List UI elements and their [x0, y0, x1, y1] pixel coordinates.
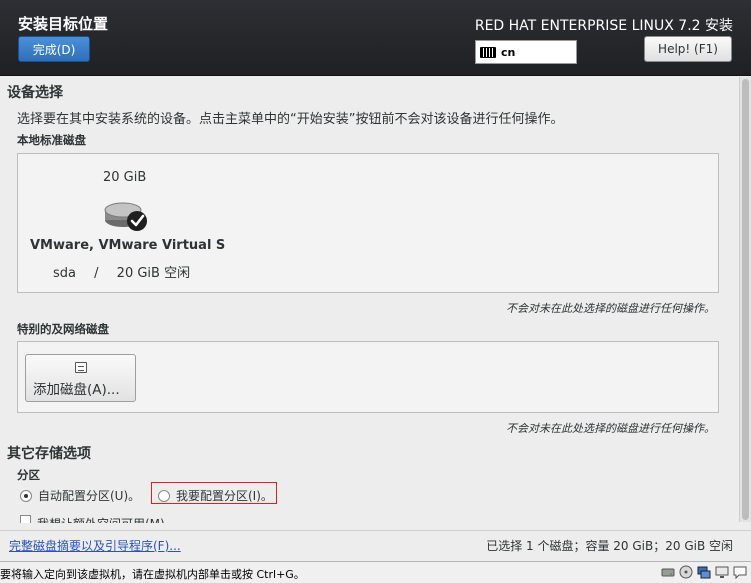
device-selection-heading: 设备选择	[7, 85, 63, 101]
partition-heading: 分区	[17, 468, 40, 482]
vm-device-icons	[661, 565, 747, 579]
network-adapter-icon[interactable]	[697, 565, 711, 579]
keyboard-layout-indicator[interactable]: cn	[475, 40, 577, 64]
special-disks-heading: 特别的及网络磁盘	[17, 322, 109, 336]
auto-partition-radio[interactable]	[20, 489, 32, 502]
add-disk-label: 添加磁盘(A)...	[33, 382, 120, 398]
auto-partition-option[interactable]: 自动配置分区(U)。	[20, 487, 140, 504]
manual-partition-label: 我要配置分区(I)。	[176, 489, 273, 503]
installer-window: 安装目标位置 完成(D) RED HAT ENTERPRISE LINUX 7.…	[0, 0, 751, 583]
help-button[interactable]: Help! (F1)	[644, 36, 732, 62]
scrollbar[interactable]	[739, 77, 751, 522]
auto-partition-label: 自动配置分区(U)。	[38, 489, 141, 503]
extra-space-checkbox[interactable]	[20, 515, 31, 523]
vm-status-message: 要将输入定向到该虚拟机，请在虚拟机内部单击或按 Ctrl+G。	[0, 568, 305, 581]
page-title: 安装目标位置	[18, 15, 109, 33]
special-disks-note: 不会对未在此处选择的磁盘进行任何操作。	[506, 422, 715, 435]
disk-summary-link[interactable]: 完整磁盘摘要以及引导程序(F)...	[9, 537, 181, 554]
vm-status-bar: 要将输入定向到该虚拟机，请在虚拟机内部单击或按 Ctrl+G。	[0, 561, 751, 583]
disk-separator: /	[94, 266, 99, 281]
keyboard-layout-value: cn	[501, 45, 516, 59]
disk-add-icon	[75, 362, 87, 373]
disk-device: sda	[53, 266, 76, 281]
add-disk-button[interactable]: 添加磁盘(A)...	[25, 354, 136, 402]
extra-space-option[interactable]: 我想让额外空间可用(M)。	[20, 515, 177, 523]
manual-partition-option[interactable]: 我要配置分区(I)。	[158, 487, 273, 504]
main-content: 设备选择 选择要在其中安装系统的设备。点击主菜单中的“开始安装”按钮前不会对该设…	[0, 77, 751, 530]
hard-disk-icon[interactable]	[661, 565, 675, 579]
keyboard-icon	[480, 46, 496, 58]
local-disks-note: 不会对未在此处选择的磁盘进行任何操作。	[506, 302, 715, 315]
manual-partition-radio[interactable]	[158, 489, 170, 502]
other-storage-heading: 其它存储选项	[7, 446, 91, 462]
local-disks-panel: 20 GiB VMware, VMware Virtual S sda / 20…	[17, 153, 719, 293]
done-button[interactable]: 完成(D)	[18, 36, 90, 62]
local-disks-heading: 本地标准磁盘	[17, 133, 86, 147]
disk-name: VMware, VMware Virtual S	[30, 238, 226, 253]
message-icon[interactable]	[733, 565, 747, 579]
scrollbar-thumb[interactable]	[742, 79, 749, 520]
footer-bar: 完整磁盘摘要以及引导程序(F)... 已选择 1 个磁盘；容量 20 GiB；2…	[0, 530, 751, 561]
special-disks-panel: 添加磁盘(A)...	[17, 341, 719, 413]
product-title: RED HAT ENTERPRISE LINUX 7.2 安装	[474, 18, 733, 34]
header-bar: 安装目标位置 完成(D) RED HAT ENTERPRISE LINUX 7.…	[0, 0, 751, 76]
display-icon[interactable]	[715, 565, 729, 579]
disk-free: 20 GiB 空闲	[116, 266, 191, 281]
cd-rom-icon[interactable]	[679, 565, 693, 579]
disk-device-info: sda / 20 GiB 空闲	[53, 262, 204, 281]
device-selection-description: 选择要在其中安装系统的设备。点击主菜单中的“开始安装”按钮前不会对该设备进行任何…	[17, 112, 564, 127]
disk-selected-icon[interactable]	[103, 198, 149, 232]
extra-space-label: 我想让额外空间可用(M)。	[37, 515, 177, 523]
selection-summary: 已选择 1 个磁盘；容量 20 GiB；20 GiB 空闲	[486, 539, 733, 553]
disk-size: 20 GiB	[103, 170, 147, 185]
